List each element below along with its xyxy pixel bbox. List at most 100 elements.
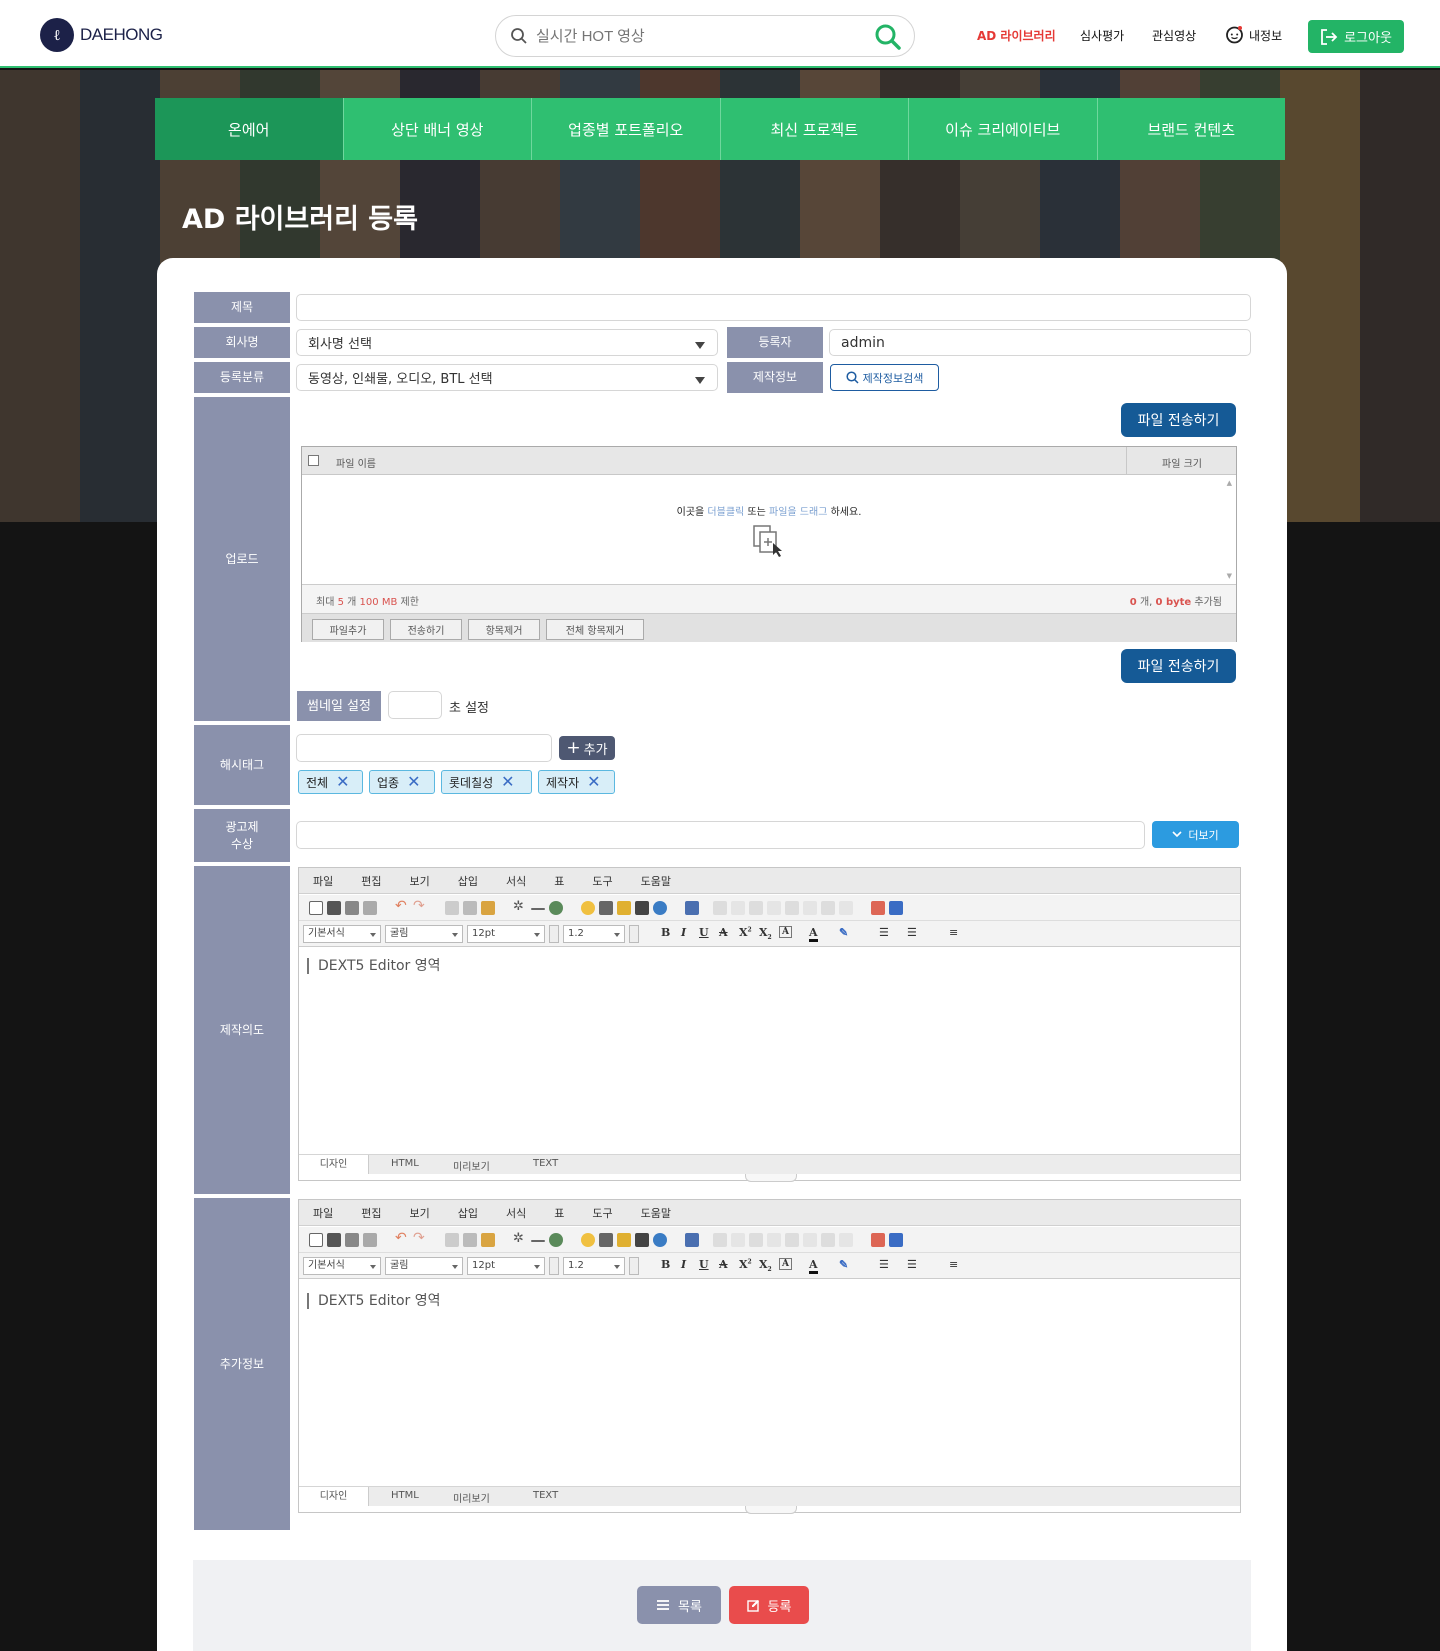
size-stepper[interactable] (549, 925, 559, 943)
italic-icon[interactable]: I (681, 926, 686, 939)
copy-icon[interactable] (445, 1233, 459, 1247)
image-icon[interactable] (599, 1233, 613, 1247)
media-icon[interactable] (635, 1233, 649, 1247)
strikethrough-icon[interactable]: A (719, 926, 728, 939)
table-icon[interactable] (685, 1233, 699, 1247)
editor-menu-edit[interactable]: 편집 (347, 873, 395, 889)
tab-on-air[interactable]: 온에어 (155, 98, 344, 160)
nav-interest[interactable]: 관심영상 (1152, 27, 1196, 44)
style-select[interactable]: 기본서식 (303, 925, 381, 943)
unordered-list-icon[interactable]: ☰ (907, 1258, 917, 1271)
editor-menu-format[interactable]: 서식 (492, 873, 540, 889)
align-icon[interactable]: ≡ (949, 1258, 958, 1271)
clear-format-icon[interactable]: A (779, 926, 792, 938)
superscript-icon[interactable]: X2 (739, 1258, 752, 1271)
font-color-icon[interactable]: A (809, 1258, 818, 1274)
delete-row-icon[interactable] (803, 1233, 817, 1247)
registrant-input[interactable]: admin (829, 329, 1251, 356)
size-select[interactable]: 12pt (467, 1257, 545, 1275)
editor-content[interactable]: DEXT5 Editor 영역 (307, 958, 441, 974)
emoticon-icon[interactable] (581, 1233, 595, 1247)
more-button[interactable]: 더보기 (1152, 821, 1239, 848)
style-select[interactable]: 기본서식 (303, 1257, 381, 1275)
award-input[interactable] (296, 821, 1145, 849)
insert-col-icon[interactable] (785, 901, 799, 915)
delete-col-icon[interactable] (821, 1233, 835, 1247)
highlight-icon[interactable]: ✎ (839, 926, 848, 939)
editor-menu-table[interactable]: 표 (540, 1205, 578, 1221)
background-image-icon[interactable] (617, 901, 631, 915)
merge-icon[interactable] (731, 901, 745, 915)
tab-text[interactable]: TEXT (533, 1158, 558, 1169)
unordered-list-icon[interactable]: ☰ (907, 926, 917, 939)
editor-menu-edit[interactable]: 편집 (347, 1205, 395, 1221)
add-file-button[interactable]: 파일추가 (312, 619, 384, 640)
font-color-icon[interactable]: A (809, 926, 818, 942)
tab-preview[interactable]: 미리보기 (453, 1490, 490, 1505)
special-char-icon[interactable]: ✲ (513, 899, 527, 914)
media-icon[interactable] (635, 901, 649, 915)
tab-brand-content[interactable]: 브랜드 컨텐츠 (1097, 98, 1285, 160)
editor-menu-tools[interactable]: 도구 (578, 1205, 626, 1221)
word-import-icon[interactable] (889, 901, 903, 915)
bold-icon[interactable]: B (661, 1258, 670, 1271)
line-height-stepper[interactable] (629, 1257, 639, 1275)
tab-design[interactable]: 디자인 (299, 1155, 369, 1174)
image-icon[interactable] (599, 901, 613, 915)
search-submit-icon[interactable] (874, 23, 902, 51)
emoticon-icon[interactable] (581, 901, 595, 915)
send-file-button-top[interactable]: 파일 전송하기 (1121, 403, 1236, 437)
editor-menu-insert[interactable]: 삽입 (444, 873, 492, 889)
editor-menu-file[interactable]: 파일 (299, 1205, 347, 1221)
delete-col-icon[interactable] (821, 901, 835, 915)
split-icon[interactable] (749, 901, 763, 915)
company-select[interactable]: 회사명 선택 (296, 329, 718, 356)
tab-top-banner[interactable]: 상단 배너 영상 (343, 98, 532, 160)
list-button[interactable]: 목록 (637, 1586, 721, 1624)
redo-icon[interactable]: ↷ (413, 898, 427, 914)
editor-menu-help[interactable]: 도움말 (627, 1205, 685, 1221)
delete-row-icon[interactable] (803, 901, 817, 915)
production-search-button[interactable]: 제작정보검색 (830, 364, 939, 391)
transfer-button[interactable]: 전송하기 (390, 619, 462, 640)
tab-design[interactable]: 디자인 (299, 1487, 369, 1506)
print-icon[interactable] (345, 901, 359, 915)
undo-icon[interactable]: ↶ (395, 898, 409, 914)
line-height-stepper[interactable] (629, 925, 639, 943)
stamp-icon[interactable] (549, 1233, 563, 1247)
cut-icon[interactable] (463, 1233, 477, 1247)
hashtag-input[interactable] (296, 734, 552, 762)
split-icon[interactable] (749, 1233, 763, 1247)
redo-icon[interactable]: ↷ (413, 1230, 427, 1246)
insert-row-icon[interactable] (767, 1233, 781, 1247)
editor-menu-file[interactable]: 파일 (299, 873, 347, 889)
tab-industry-portfolio[interactable]: 업종별 포트폴리오 (532, 98, 721, 160)
resize-handle[interactable] (745, 1506, 797, 1514)
link-icon[interactable] (653, 1233, 667, 1247)
tools-icon[interactable] (871, 1233, 885, 1247)
merge-icon[interactable] (731, 1233, 745, 1247)
ordered-list-icon[interactable]: ☰ (879, 1258, 889, 1271)
strikethrough-icon[interactable]: A (719, 1258, 728, 1271)
tab-preview[interactable]: 미리보기 (453, 1158, 490, 1173)
tab-issue-creative[interactable]: 이슈 크리에이티브 (909, 98, 1098, 160)
italic-icon[interactable]: I (681, 1258, 686, 1271)
scroll-down-icon[interactable]: ▼ (1227, 572, 1232, 580)
superscript-icon[interactable]: X2 (739, 926, 752, 939)
thumbnail-seconds-input[interactable] (388, 691, 442, 719)
subscript-icon[interactable]: X2 (759, 1258, 772, 1273)
tab-html[interactable]: HTML (391, 1490, 419, 1501)
subscript-icon[interactable]: X2 (759, 926, 772, 941)
cut-icon[interactable] (463, 901, 477, 915)
clear-format-icon[interactable]: A (779, 1258, 792, 1270)
remove-tag-icon[interactable]: ✕ (336, 774, 349, 790)
table-props-icon[interactable] (839, 901, 853, 915)
print-preview-icon[interactable] (363, 901, 377, 915)
editor-menu-view[interactable]: 보기 (396, 1205, 444, 1221)
submit-button[interactable]: 등록 (729, 1586, 809, 1624)
undo-icon[interactable]: ↶ (395, 1230, 409, 1246)
line-height-select[interactable]: 1.2 (563, 925, 625, 943)
insert-col-icon[interactable] (785, 1233, 799, 1247)
print-preview-icon[interactable] (363, 1233, 377, 1247)
tab-html[interactable]: HTML (391, 1158, 419, 1169)
